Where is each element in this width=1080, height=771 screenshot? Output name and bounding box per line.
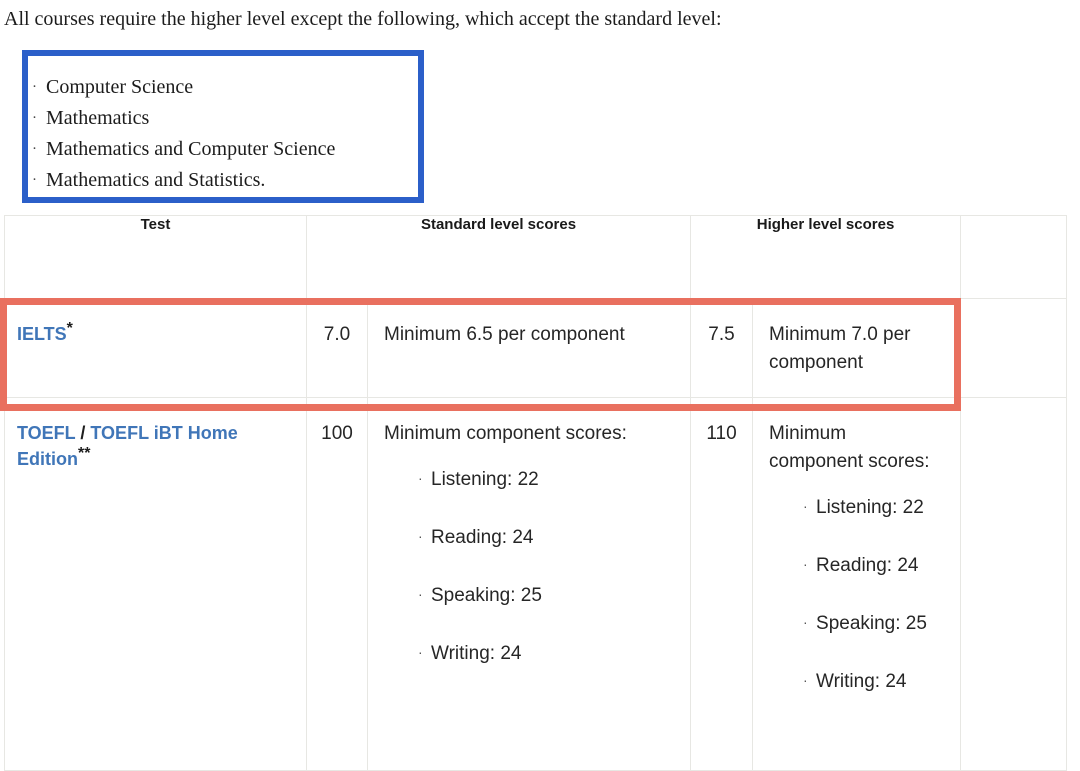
list-item: · Listening: 22 [418,464,674,494]
list-item: · Writing: 24 [418,638,674,668]
column-header-higher-level-scores: Higher level scores [690,215,962,299]
footnote-marker: ** [78,445,91,462]
list-item-label: Writing: 24 [431,643,522,664]
link-separator: / [80,423,86,443]
list-item: · Reading: 24 [803,550,944,580]
cell-test-name: TOEFL / TOEFL iBT Home Edition** [4,397,307,771]
list-item-label: Computer Science [46,76,194,98]
table-header: Test Standard level scores Higher level … [4,215,1068,299]
standard-component-score-list: · Listening: 22 · Reading: 24 · Speaking: 2… [384,464,674,668]
exempt-course-list: · Computer Science · Mathematics · Mathemat… [22,50,424,196]
cell-higher-detail-label: Minimum component scores: [769,423,930,472]
list-item: · Speaking: 25 [803,608,944,638]
cell-standard-score: 100 [306,397,368,771]
cell-higher-score: 110 [690,397,754,771]
list-item-label: Reading: 24 [431,527,534,548]
table-header-row: Test Standard level scores Higher level … [4,215,1068,299]
footnote-marker: * [66,320,73,337]
list-item-label: Speaking: 25 [431,585,542,606]
list-item: · Mathematics [32,103,424,134]
list-item: · Reading: 24 [418,522,674,552]
list-item-label: Listening: 22 [816,497,924,518]
list-item-label: Speaking: 25 [816,613,927,634]
cell-higher-detail: Minimum component scores: · Listening: 22… [752,397,962,771]
list-item-label: Mathematics and Computer Science [46,138,336,160]
bullet-icon: · [803,672,808,688]
list-item: · Listening: 22 [803,492,944,522]
bullet-icon: · [418,528,423,544]
table-body: IELTS* 7.0 Minimum 6.5 per component 7.5… [4,298,1068,771]
list-item-label: Reading: 24 [816,555,919,576]
cell-tail [960,397,1068,771]
list-item-label: Mathematics [46,107,150,129]
list-item-label: Mathematics and Statistics. [46,169,266,191]
column-header-test: Test [4,215,307,299]
bullet-icon: · [418,470,423,486]
list-item-label: Writing: 24 [816,671,907,692]
bullet-icon: · [803,556,808,572]
bullet-icon: · [803,498,808,514]
bullet-icon: · [803,614,808,630]
column-header-tail [960,215,1068,299]
cell-higher-score: 7.5 [690,298,754,398]
list-item: · Mathematics and Computer Science [32,134,424,165]
bullet-icon: · [32,172,37,188]
intro-paragraph: All courses require the higher level exc… [4,8,722,30]
cell-standard-score: 7.0 [306,298,368,398]
higher-component-score-list: · Listening: 22 · Reading: 24 · Speaking: 2… [769,492,944,696]
cell-standard-detail: Minimum component scores: · Listening: 22… [366,397,692,771]
list-item: · Computer Science [32,72,424,103]
bullet-icon: · [32,141,37,157]
list-item: · Writing: 24 [803,666,944,696]
bullet-icon: · [418,586,423,602]
bullet-icon: · [418,644,423,660]
table-row: IELTS* 7.0 Minimum 6.5 per component 7.5… [4,298,1068,398]
list-item: · Speaking: 25 [418,580,674,610]
link-toefl[interactable]: TOEFL [17,423,75,443]
cell-standard-detail: Minimum 6.5 per component [366,298,692,398]
column-header-standard-level-scores: Standard level scores [305,215,692,299]
cell-test-name: IELTS* [4,298,307,398]
cell-tail [960,298,1068,398]
list-item-label: Listening: 22 [431,469,539,490]
cell-higher-detail: Minimum 7.0 per component [752,298,962,398]
exempt-course-list-container: · Computer Science · Mathematics · Mathemat… [22,50,424,202]
list-item: · Mathematics and Statistics. [32,165,424,196]
table-row: TOEFL / TOEFL iBT Home Edition** 100 Min… [4,397,1068,771]
cell-standard-detail-label: Minimum component scores: [384,423,627,444]
english-language-scores-table: Test Standard level scores Higher level … [4,215,1068,771]
bullet-icon: · [32,79,37,95]
link-ielts[interactable]: IELTS [17,324,67,344]
bullet-icon: · [32,110,37,126]
